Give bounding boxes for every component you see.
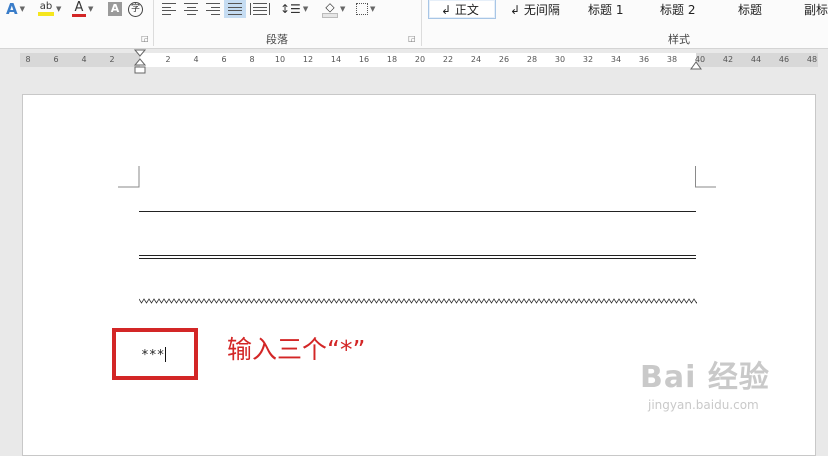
ruler-number: 10 xyxy=(274,55,286,64)
font-color-icon: A xyxy=(72,1,86,17)
font-color-button[interactable]: A ▼ xyxy=(72,0,93,18)
align-left-button[interactable] xyxy=(162,0,176,18)
shading-bucket-icon: ◇ xyxy=(322,1,338,18)
ruler-number: 20 xyxy=(414,55,426,64)
align-center-icon xyxy=(184,3,198,15)
ruler-number: 6 xyxy=(53,55,59,64)
justify-button[interactable] xyxy=(224,0,246,18)
distributed-icon xyxy=(250,3,270,15)
ruler-number: 14 xyxy=(330,55,342,64)
align-right-button[interactable] xyxy=(206,0,220,18)
ruler-number: 32 xyxy=(582,55,594,64)
watermark-url: jingyan.baidu.com xyxy=(648,398,759,412)
ribbon: A ▼ ab ▼ A ▼ A 字 ↕☰ ▼ ◇ ▼ ▼ 段落 ◲ ◲ ↲ 正文 … xyxy=(0,0,828,49)
ruler-number: 30 xyxy=(554,55,566,64)
ruler-number: 8 xyxy=(25,55,31,64)
enclose-characters-icon: 字 xyxy=(128,1,143,17)
paragraph-dialog-launcher[interactable]: ◲ xyxy=(408,34,416,43)
annotation-caption: 输入三个“*” xyxy=(227,335,366,364)
ribbon-separator xyxy=(153,0,154,46)
double-line-border xyxy=(139,255,696,259)
ruler-number: 44 xyxy=(750,55,762,64)
style-title[interactable]: 标题 xyxy=(726,0,788,18)
borders-button[interactable]: ▼ xyxy=(356,0,375,18)
baidu-watermark: Bai 经验 jingyan.baidu.com xyxy=(640,352,770,412)
ruler-number: 24 xyxy=(470,55,482,64)
wavy-line-border xyxy=(139,298,697,304)
justify-icon xyxy=(228,3,242,15)
ruler-number: 22 xyxy=(442,55,454,64)
ruler-number: 38 xyxy=(666,55,678,64)
ruler-number: 48 xyxy=(806,55,818,64)
first-line-indent-marker[interactable] xyxy=(134,49,146,75)
ruler-number: 42 xyxy=(722,55,734,64)
ruler-number: 12 xyxy=(302,55,314,64)
annotation-highlight-box xyxy=(112,328,198,380)
ruler-number: 2 xyxy=(109,55,115,64)
ruler-number: 26 xyxy=(498,55,510,64)
align-right-icon xyxy=(206,3,220,15)
style-heading-1[interactable]: 标题 1 xyxy=(576,0,648,18)
line-spacing-icon: ↕☰ xyxy=(280,2,301,16)
enclose-characters-button[interactable]: 字 xyxy=(128,0,143,18)
character-shading-button[interactable]: A xyxy=(108,0,122,18)
ruler-number: 34 xyxy=(610,55,622,64)
ruler-number: 18 xyxy=(386,55,398,64)
paragraph-group-label: 段落 xyxy=(266,33,288,46)
character-shading-icon: A xyxy=(108,2,122,16)
margin-corner-top-right xyxy=(695,166,716,188)
ruler-number: 36 xyxy=(638,55,650,64)
ruler-number: 6 xyxy=(221,55,227,64)
align-center-button[interactable] xyxy=(184,0,198,18)
ruler-number: 4 xyxy=(81,55,87,64)
text-effect-button[interactable]: A ▼ xyxy=(6,0,25,18)
borders-icon xyxy=(356,3,368,15)
ribbon-separator xyxy=(421,0,422,46)
ruler-number: 16 xyxy=(358,55,370,64)
style-normal[interactable]: ↲ 正文 xyxy=(428,0,496,19)
text-effect-icon: A xyxy=(6,0,18,18)
line-spacing-button[interactable]: ↕☰ ▼ xyxy=(280,0,308,18)
ruler-number: 8 xyxy=(249,55,255,64)
ruler-number: 4 xyxy=(193,55,199,64)
highlight-icon: ab xyxy=(38,2,54,16)
ruler-number: 28 xyxy=(526,55,538,64)
align-left-icon xyxy=(162,3,176,15)
distributed-button[interactable] xyxy=(250,0,270,18)
ruler-number: 2 xyxy=(165,55,171,64)
style-subtitle[interactable]: 副标 xyxy=(792,0,828,18)
styles-group-label: 样式 xyxy=(668,33,690,46)
ruler-number: 46 xyxy=(778,55,790,64)
margin-corner-top-left xyxy=(118,166,140,188)
shading-button[interactable]: ◇ ▼ xyxy=(322,0,345,18)
style-heading-2[interactable]: 标题 2 xyxy=(648,0,720,18)
style-no-spacing[interactable]: ↲ 无间隔 xyxy=(498,0,574,18)
font-dialog-launcher[interactable]: ◲ xyxy=(141,34,149,43)
watermark-logo-text: Bai 经验 xyxy=(640,360,770,395)
right-indent-marker[interactable] xyxy=(690,60,702,70)
highlight-button[interactable]: ab ▼ xyxy=(38,0,61,18)
single-line-border xyxy=(139,211,696,212)
